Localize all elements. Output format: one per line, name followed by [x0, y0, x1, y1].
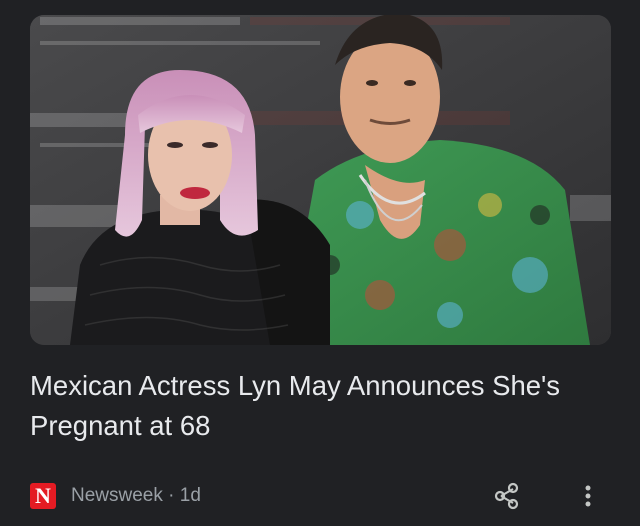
- more-vertical-icon: [576, 485, 600, 515]
- article-thumbnail[interactable]: [30, 15, 611, 345]
- article-headline[interactable]: Mexican Actress Lyn May Announces She's …: [30, 366, 610, 446]
- source-and-age[interactable]: Newsweek · 1d: [71, 485, 201, 507]
- source-logo: N: [30, 483, 56, 509]
- news-card[interactable]: Mexican Actress Lyn May Announces She's …: [0, 0, 640, 526]
- source-name: Newsweek: [71, 485, 163, 506]
- more-options-button[interactable]: [576, 481, 600, 511]
- article-meta: N Newsweek · 1d: [30, 481, 610, 511]
- meta-separator: ·: [168, 485, 175, 506]
- share-icon: [492, 482, 522, 515]
- article-age: 1d: [179, 485, 201, 506]
- share-button[interactable]: [492, 481, 522, 511]
